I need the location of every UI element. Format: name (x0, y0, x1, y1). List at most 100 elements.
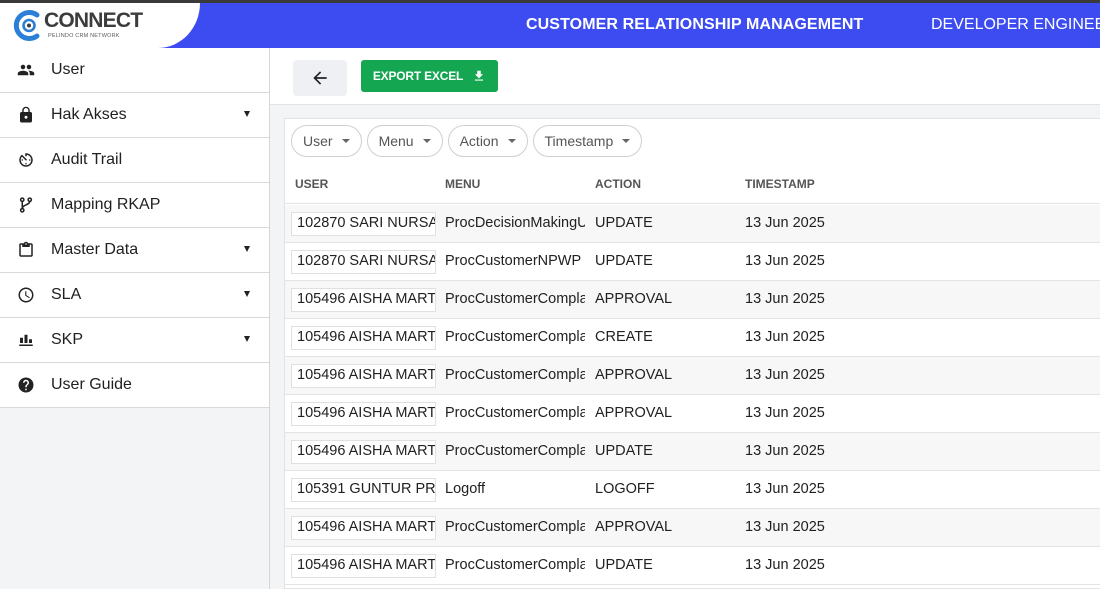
arrow-left-icon (313, 71, 327, 85)
cell-user: 105496 AISHA MARTINA (291, 326, 436, 350)
dropdown-icon (507, 139, 516, 143)
cell-action: UPDATE (595, 443, 653, 459)
filter-label: Menu (378, 133, 414, 149)
cell-timestamp: 13 Jun 2025 (745, 519, 825, 535)
sidebar-item-label: Audit Trail (51, 151, 123, 168)
sidebar-item-user[interactable]: User (0, 48, 269, 93)
cell-menu: ProcCustomerComplaint (445, 443, 585, 459)
cell-action: APPROVAL (595, 367, 673, 383)
caret-down-icon (244, 291, 250, 297)
filter-label: Timestamp (544, 133, 614, 149)
table-row[interactable]: 105496 AISHA MARTINA ProcCustomerComplai… (285, 509, 1100, 547)
sidebar-item-hak-akses[interactable]: Hak Akses (0, 93, 269, 138)
sidebar-nav: User Hak Akses Audit Trail Mapping RKAP (0, 48, 269, 408)
sidebar-item-mapping-rkap[interactable]: Mapping RKAP (0, 183, 269, 228)
audit-trail-table-card: User Menu Action Timestamp USER MENU ACT… (284, 118, 1100, 589)
cell-action: UPDATE (595, 215, 653, 231)
sidebar-item-label: Hak Akses (51, 106, 127, 123)
cell-menu: ProcCustomerComplaint (445, 291, 585, 307)
cell-user: 105496 AISHA MARTINA (291, 402, 436, 426)
cell-timestamp: 13 Jun 2025 (745, 405, 825, 421)
export-excel-button[interactable]: EXPORT EXCEL (361, 60, 498, 92)
cell-user: 105496 AISHA MARTINA (291, 364, 436, 388)
people-icon (17, 61, 35, 79)
cell-user: 105391 GUNTUR PRIBADI (291, 478, 436, 502)
help-icon (17, 376, 35, 394)
dropdown-icon (341, 139, 350, 143)
cell-menu: Logoff (445, 481, 486, 497)
filter-action[interactable]: Action (447, 125, 528, 157)
dropdown-icon (622, 139, 631, 143)
cell-action: LOGOFF (595, 481, 655, 497)
cell-user: 105496 AISHA MARTINA (291, 516, 436, 540)
cell-menu: ProcCustomerComplaint (445, 519, 585, 535)
sidebar-item-sla[interactable]: SLA (0, 273, 269, 318)
table-row[interactable]: 105391 GUNTUR PRIBADI Logoff LOGOFF 13 J… (285, 471, 1100, 509)
filter-label: Action (459, 133, 499, 149)
logo-subtitle: PELINDO CRM NETWORK (48, 33, 120, 39)
cell-user: 105496 AISHA MARTINA (291, 554, 436, 578)
cell-menu: ProcCustomerComplaint (445, 557, 585, 573)
bar-chart-icon (17, 331, 35, 349)
dropdown-icon (422, 139, 431, 143)
sidebar-item-user-guide[interactable]: User Guide (0, 363, 269, 408)
sidebar-item-skp[interactable]: SKP (0, 318, 269, 363)
table-header: USER MENU ACTION TIMESTAMP (285, 166, 1100, 204)
cell-timestamp: 13 Jun 2025 (745, 215, 825, 231)
cell-menu: ProcDecisionMakingUnit (445, 215, 585, 231)
cell-timestamp: 13 Jun 2025 (745, 367, 825, 383)
sidebar-item-master-data[interactable]: Master Data (0, 228, 269, 273)
filter-bar: User Menu Action Timestamp (291, 125, 647, 157)
caret-down-icon (244, 111, 250, 117)
logo[interactable]: CONNECT PELINDO CRM NETWORK (0, 3, 200, 48)
back-button[interactable] (293, 60, 347, 96)
column-header-user[interactable]: USER (295, 177, 328, 191)
sidebar-item-label: User Guide (51, 376, 132, 393)
sidebar: User Hak Akses Audit Trail Mapping RKAP (0, 48, 270, 589)
cell-user: 102870 SARI NURSANTI (291, 250, 436, 274)
filter-user[interactable]: User (291, 125, 362, 157)
cell-user: 105496 AISHA MARTINA (291, 288, 436, 312)
fork-icon (17, 196, 35, 214)
table-row[interactable]: 105496 AISHA MARTINA ProcCustomerComplai… (285, 357, 1100, 395)
cell-menu: ProcCustomerNPWP (445, 253, 582, 269)
caret-down-icon (244, 246, 250, 252)
export-excel-label: EXPORT EXCEL (372, 69, 464, 83)
cell-menu: ProcCustomerComplaint (445, 367, 585, 383)
table-row[interactable]: 102870 SARI NURSANTI ProcCustomerNPWP UP… (285, 243, 1100, 281)
cell-timestamp: 13 Jun 2025 (745, 557, 825, 573)
table-row[interactable]: 105496 AISHA MARTINA ProcCustomerComplai… (285, 319, 1100, 357)
cell-timestamp: 13 Jun 2025 (745, 443, 825, 459)
cell-action: APPROVAL (595, 405, 673, 421)
timer-icon (17, 151, 35, 169)
filter-timestamp[interactable]: Timestamp (532, 125, 643, 157)
main-content: EXPORT EXCEL User Menu Action Timestamp … (270, 48, 1100, 589)
clipboard-icon (17, 241, 35, 259)
sidebar-item-audit-trail[interactable]: Audit Trail (0, 138, 269, 183)
table-row[interactable]: 102870 SARI NURSANTI ProcDecisionMakingU… (285, 205, 1100, 243)
cell-user: 105496 AISHA MARTINA (291, 440, 436, 464)
column-header-timestamp[interactable]: TIMESTAMP (745, 177, 815, 191)
cell-action: CREATE (595, 329, 653, 345)
sidebar-item-label: SKP (51, 331, 84, 348)
sidebar-item-label: Mapping RKAP (51, 196, 161, 213)
caret-down-icon (244, 336, 250, 342)
cell-action: UPDATE (595, 557, 653, 573)
download-icon (475, 70, 484, 81)
clock-icon (17, 286, 35, 304)
column-header-action[interactable]: ACTION (595, 177, 641, 191)
table-row[interactable]: 105496 AISHA MARTINA ProcCustomerComplai… (285, 433, 1100, 471)
cell-timestamp: 13 Jun 2025 (745, 329, 825, 345)
table-row[interactable]: 105496 AISHA MARTINA ProcCustomerComplai… (285, 281, 1100, 319)
cell-timestamp: 13 Jun 2025 (745, 481, 825, 497)
sidebar-item-label: User (51, 61, 85, 78)
filter-menu[interactable]: Menu (366, 125, 443, 157)
user-role[interactable]: DEVELOPER ENGINEER (931, 16, 1100, 34)
cell-timestamp: 13 Jun 2025 (745, 291, 825, 307)
column-header-menu[interactable]: MENU (445, 177, 480, 191)
cell-action: APPROVAL (595, 291, 673, 307)
table-row[interactable]: 105496 AISHA MARTINA ProcCustomerComplai… (285, 547, 1100, 585)
table-row[interactable]: 105496 AISHA MARTINA ProcCustomerComplai… (285, 395, 1100, 433)
lock-icon (17, 106, 35, 124)
cell-user: 102870 SARI NURSANTI (291, 212, 436, 236)
